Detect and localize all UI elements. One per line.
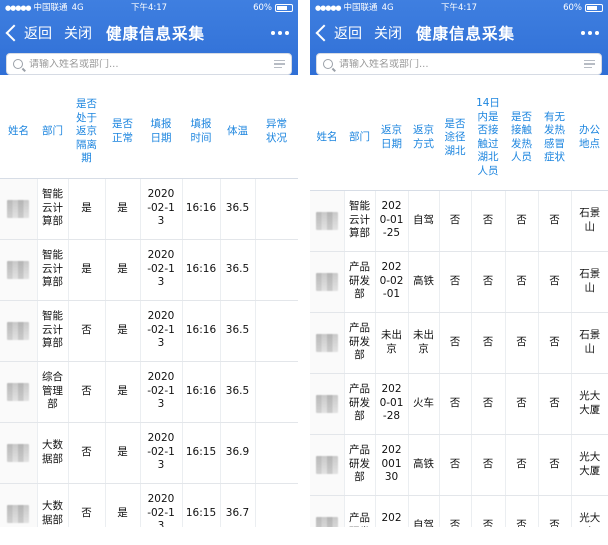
avatar [315,211,338,230]
col-header-normal[interactable]: 是否 正常 [105,86,140,179]
chevron-left-icon [5,24,23,42]
search-icon [13,59,23,69]
search-input[interactable] [339,58,584,70]
col-header-return-method[interactable]: 返京 方式 [408,86,439,191]
col-header-temperature[interactable]: 体温 [220,86,255,179]
more-button[interactable] [271,16,289,50]
menu-lines-icon[interactable] [584,60,595,68]
page-title: 健康信息采集 [416,25,516,43]
battery-icon [275,4,293,12]
table-row[interactable]: 产品 研发 部 202 001 30 高铁 否 否 否 否 光大 大厦 [310,434,608,496]
col-header-report-date[interactable]: 填报 日期 [140,86,182,179]
table-row[interactable]: 智能 云计 算部 否 是 2020 -02-1 3 16:16 36.5 [0,300,298,362]
col-header-return-date[interactable]: 返京 日期 [375,86,408,191]
battery-percent: 60% [563,3,582,13]
avatar [315,333,338,352]
col-header-via-hubei[interactable]: 是否 途径 湖北 [439,86,471,191]
phone-screen-left: ●●●●● 中国联通 4G 下午4:17 60% 返回 关闭 健康信息采集 请输… [0,0,298,527]
phone-screen-right: ●●●●● 中国联通 4G 下午4:17 60% 返回 关闭 健康信息采集 请输… [310,0,608,527]
table-row[interactable]: 综合 管理 部 否 是 2020 -02-1 3 16:16 36.5 [0,361,298,423]
table-row[interactable]: 智能 云计 算部 202 0-01 -25 自驾 否 否 否 否 石景 山 [310,190,608,252]
table-row[interactable]: 大数 据部 否 是 2020 -02-1 3 16:15 36.9 [0,422,298,484]
back-label: 返回 [24,26,52,42]
avatar [7,321,30,340]
table-row[interactable]: 产品 研发 部 202 0-01 -28 火车 否 否 否 否 光大 大厦 [310,373,608,435]
back-button[interactable]: 返回 [315,23,362,43]
battery-percent: 60% [253,3,272,13]
col-header-dept[interactable]: 部门 [344,86,375,191]
avatar [315,272,338,291]
more-button[interactable] [581,16,599,50]
nav-bar: 返回 关闭 健康信息采集 [310,16,608,50]
page-title: 健康信息采集 [106,25,206,43]
avatar [7,260,30,279]
top-bar: ●●●●● 中国联通 4G 下午4:17 60% 返回 关闭 健康信息采集 [310,0,608,75]
col-header-quarantine[interactable]: 是否 处于 返京 隔离 期 [68,86,105,179]
col-header-abnormal[interactable]: 异常 状况 [255,86,298,179]
col-header-dept[interactable]: 部门 [37,86,68,179]
table-row[interactable]: 智能 云计 算部 是 是 2020 -02-1 3 16:16 36.5 [0,178,298,240]
close-button[interactable]: 关闭 [374,23,402,43]
search-bar [6,53,292,75]
search-icon [323,59,333,69]
col-header-name[interactable]: 姓名 [310,86,344,191]
menu-lines-icon[interactable] [274,60,285,68]
nav-bar: 返回 关闭 健康信息采集 [0,16,298,50]
table-row[interactable]: 产品 研发 部 202 0-02 -01 高铁 否 否 否 否 石景 山 [310,251,608,313]
avatar [7,504,30,523]
col-header-name[interactable]: 姓名 [0,86,37,179]
close-button[interactable]: 关闭 [64,23,92,43]
back-label: 返回 [334,26,362,42]
top-bar: ●●●●● 中国联通 4G 下午4:17 60% 返回 关闭 健康信息采集 [0,0,298,75]
more-dots-icon [271,31,275,35]
col-header-report-time[interactable]: 填报 时间 [182,86,220,179]
table-row[interactable]: 智能 云计 算部 是 是 2020 -02-1 3 16:16 36.5 [0,239,298,301]
avatar [7,382,30,401]
health-table-right: 姓名 部门 返京 日期 返京 方式 是否 途径 湖北 14日 内是 否接 触过 … [310,86,608,527]
health-table-left: 姓名 部门 是否 处于 返京 隔离 期 是否 正常 填报 日期 填报 时间 体温… [0,86,298,527]
avatar [315,516,338,527]
chevron-left-icon [315,24,333,42]
col-header-office[interactable]: 办公 地点 [571,86,608,191]
table-row[interactable]: 产品 研发 部 未出 京 未出 京 否 否 否 否 石景 山 [310,312,608,374]
col-header-contact-hubei[interactable]: 14日 内是 否接 触过 湖北 人员 [471,86,505,191]
more-dots-icon [581,31,585,35]
col-header-contact-fever[interactable]: 是否 接触 发热 人员 [505,86,538,191]
table-row[interactable]: 大数 据部 否 是 2020 -02-1 3 16:15 36.7 [0,483,298,527]
table-row[interactable]: 产品 研发 202 0-01 自驾 否 否 否 否 光大 大 [310,495,608,527]
avatar [7,199,30,218]
avatar [315,394,338,413]
col-header-symptoms[interactable]: 有无 发热 感冒 症状 [538,86,571,191]
avatar [7,443,30,462]
avatar [315,455,338,474]
search-input[interactable] [29,58,274,70]
status-bar: ●●●●● 中国联通 4G 下午4:17 60% [0,0,298,16]
battery-icon [585,4,603,12]
status-bar: ●●●●● 中国联通 4G 下午4:17 60% [310,0,608,16]
search-bar [316,53,602,75]
back-button[interactable]: 返回 [5,23,52,43]
